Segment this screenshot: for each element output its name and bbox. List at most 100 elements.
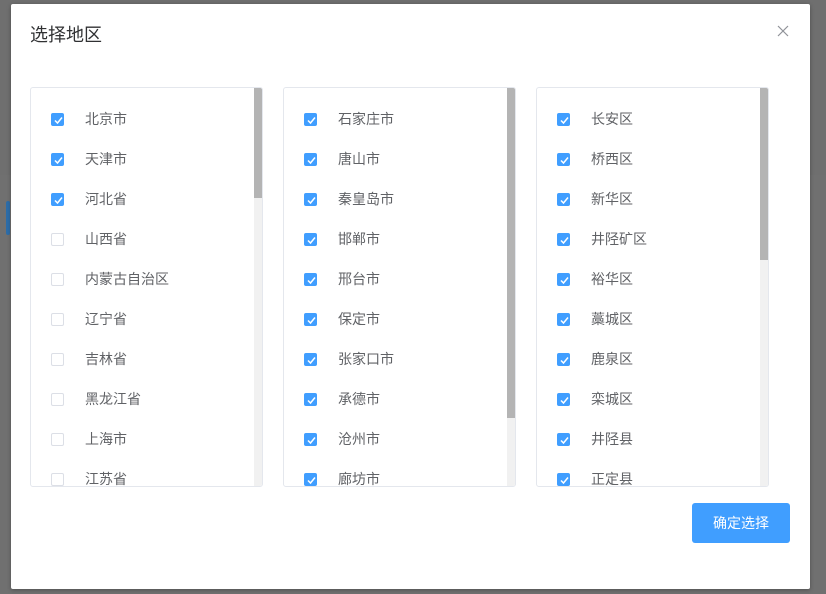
city-item-label: 秦皇岛市 <box>338 192 394 208</box>
district-item[interactable]: 裕华区 <box>537 260 759 300</box>
checkbox-checked[interactable] <box>304 273 317 286</box>
province-item-label: 内蒙古自治区 <box>85 272 169 288</box>
checkbox-checked[interactable] <box>304 193 317 206</box>
city-item-label: 承德市 <box>338 392 380 408</box>
province-item[interactable]: 内蒙古自治区 <box>31 260 253 300</box>
checkbox-unchecked[interactable] <box>51 393 64 406</box>
checkbox-checked[interactable] <box>304 113 317 126</box>
checkbox-unchecked[interactable] <box>51 433 64 446</box>
city-panel: 石家庄市唐山市秦皇岛市邯郸市 邢台市保定市张家口市承德市沧州市 廊坊市 <box>283 87 516 487</box>
city-scroll-thumb[interactable] <box>507 88 515 418</box>
check-icon <box>54 157 63 165</box>
checkbox-checked[interactable] <box>557 113 570 126</box>
check-icon <box>560 237 569 245</box>
province-item-label: 河北省 <box>85 192 127 208</box>
province-scrollbar[interactable] <box>254 88 262 486</box>
city-item[interactable]: 廊坊市 <box>284 460 506 486</box>
province-item[interactable]: 北京市 <box>31 100 253 140</box>
district-item[interactable]: 井陉县 <box>537 420 759 460</box>
checkbox-unchecked[interactable] <box>51 313 64 326</box>
city-item[interactable]: 石家庄市 <box>284 100 506 140</box>
confirm-selection-button[interactable]: 确定选择 <box>692 503 790 543</box>
check-icon <box>560 157 569 165</box>
checkbox-unchecked[interactable] <box>51 353 64 366</box>
district-item[interactable]: 藁城区 <box>537 300 759 340</box>
province-item[interactable]: 河北省 <box>31 180 253 220</box>
city-item[interactable]: 保定市 <box>284 300 506 340</box>
city-item[interactable]: 秦皇岛市 <box>284 180 506 220</box>
check-icon <box>307 237 316 245</box>
checkbox-checked[interactable] <box>557 193 570 206</box>
check-icon <box>560 317 569 325</box>
checkbox-checked[interactable] <box>304 353 317 366</box>
district-item-label: 藁城区 <box>591 312 633 328</box>
province-item-label: 上海市 <box>85 432 127 448</box>
check-icon <box>307 277 316 285</box>
checkbox-checked[interactable] <box>557 273 570 286</box>
province-scroll-thumb[interactable] <box>254 88 262 198</box>
province-item-label: 山西省 <box>85 232 127 248</box>
checkbox-checked[interactable] <box>557 233 570 246</box>
city-item-label: 唐山市 <box>338 152 380 168</box>
checkbox-checked[interactable] <box>304 313 317 326</box>
check-icon <box>560 477 569 485</box>
check-icon <box>560 357 569 365</box>
checkbox-unchecked[interactable] <box>51 473 64 486</box>
province-item[interactable]: 天津市 <box>31 140 253 180</box>
city-item[interactable]: 唐山市 <box>284 140 506 180</box>
province-list: 北京市天津市河北省山西省内蒙古自治区辽宁省 吉林省黑龙江省上海市江苏省 <box>31 88 262 486</box>
check-icon <box>54 197 63 205</box>
district-item-label: 井陉县 <box>591 432 633 448</box>
province-item-label: 黑龙江省 <box>85 392 141 408</box>
check-icon <box>560 117 569 125</box>
district-item-label: 长安区 <box>591 112 633 128</box>
checkbox-checked[interactable] <box>557 473 570 486</box>
checkbox-checked[interactable] <box>304 393 317 406</box>
checkbox-checked[interactable] <box>557 393 570 406</box>
city-item[interactable]: 张家口市 <box>284 340 506 380</box>
checkbox-checked[interactable] <box>557 153 570 166</box>
check-icon <box>560 437 569 445</box>
checkbox-checked[interactable] <box>557 433 570 446</box>
province-item-label: 北京市 <box>85 112 127 128</box>
checkbox-checked[interactable] <box>557 313 570 326</box>
district-item[interactable]: 桥西区 <box>537 140 759 180</box>
check-icon <box>307 477 316 485</box>
district-item[interactable]: 正定县 <box>537 460 759 486</box>
district-item[interactable]: 鹿泉区 <box>537 340 759 380</box>
district-item[interactable]: 新华区 <box>537 180 759 220</box>
district-scrollbar[interactable] <box>760 88 768 486</box>
district-item[interactable]: 井陉矿区 <box>537 220 759 260</box>
city-item[interactable]: 承德市 <box>284 380 506 420</box>
province-item[interactable]: 辽宁省 <box>31 300 253 340</box>
district-item-label: 栾城区 <box>591 392 633 408</box>
province-item-label: 天津市 <box>85 152 127 168</box>
checkbox-checked[interactable] <box>304 233 317 246</box>
city-item-label: 保定市 <box>338 312 380 328</box>
province-item[interactable]: 江苏省 <box>31 460 253 486</box>
district-scroll-thumb[interactable] <box>760 88 768 260</box>
city-item[interactable]: 邯郸市 <box>284 220 506 260</box>
city-item[interactable]: 沧州市 <box>284 420 506 460</box>
checkbox-checked[interactable] <box>304 473 317 486</box>
city-item-label: 石家庄市 <box>338 112 394 128</box>
checkbox-checked[interactable] <box>51 113 64 126</box>
city-scrollbar[interactable] <box>507 88 515 486</box>
checkbox-checked[interactable] <box>304 153 317 166</box>
province-item[interactable]: 山西省 <box>31 220 253 260</box>
checkbox-checked[interactable] <box>304 433 317 446</box>
checkbox-checked[interactable] <box>51 153 64 166</box>
checkbox-unchecked[interactable] <box>51 273 64 286</box>
dialog-title: 选择地区 <box>30 25 102 46</box>
province-item[interactable]: 上海市 <box>31 420 253 460</box>
district-list: 长安区桥西区 新华区 井陉矿区 裕华区藁城区鹿泉区栾城区井陉县正定县 <box>537 88 768 486</box>
province-item[interactable]: 黑龙江省 <box>31 380 253 420</box>
checkbox-unchecked[interactable] <box>51 233 64 246</box>
district-item[interactable]: 栾城区 <box>537 380 759 420</box>
province-item[interactable]: 吉林省 <box>31 340 253 380</box>
close-icon[interactable] <box>773 21 793 41</box>
checkbox-checked[interactable] <box>557 353 570 366</box>
checkbox-checked[interactable] <box>51 193 64 206</box>
district-item[interactable]: 长安区 <box>537 100 759 140</box>
city-item[interactable]: 邢台市 <box>284 260 506 300</box>
